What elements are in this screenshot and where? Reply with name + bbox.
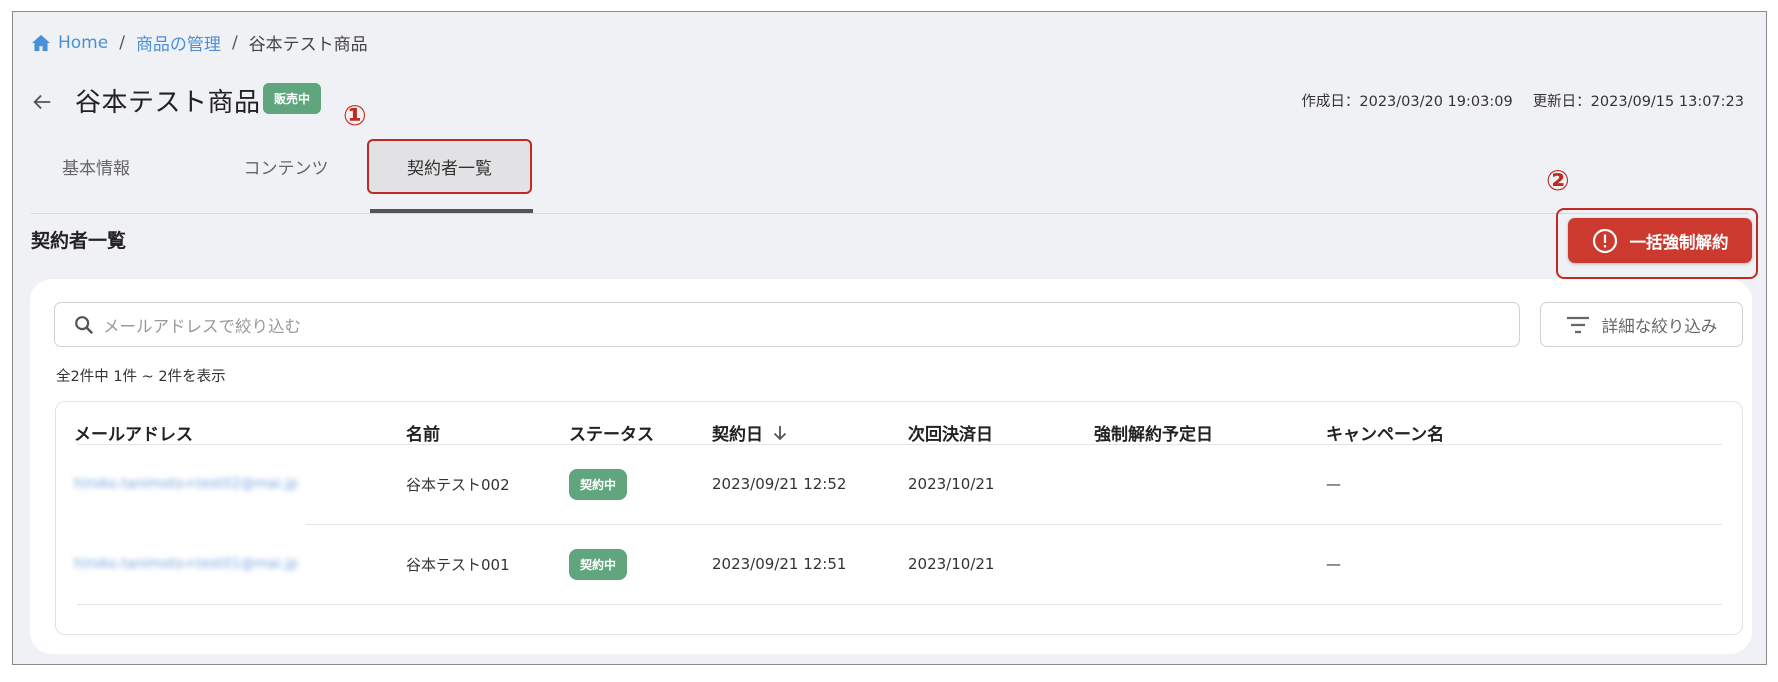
timestamps: 作成日：2023/03/20 19:03:09 更新日：2023/09/15 13… <box>1301 90 1744 111</box>
row-email[interactable]: hiroko.tanimoto+test01@mai.jp <box>74 556 298 572</box>
row-email[interactable]: hiroko.tanimoto+test02@mai.jp <box>74 476 298 492</box>
column-header-campaign[interactable]: キャンペーン名 <box>1326 420 1444 445</box>
status-pill: 契約中 <box>569 548 627 580</box>
column-header-contract-date-label: 契約日 <box>712 425 763 445</box>
search-icon <box>75 315 94 334</box>
annotation-marker-1: ① <box>343 99 367 132</box>
bulk-cancel-button[interactable]: 一括強制解約 <box>1568 218 1752 263</box>
arrow-down-icon[interactable] <box>771 424 789 442</box>
breadcrumb: Home / 商品の管理 / 谷本テスト商品 <box>31 30 368 55</box>
section-title: 契約者一覧 <box>31 230 127 252</box>
status-badge: 販売中 <box>263 83 321 114</box>
row-contract-date: 2023/09/21 12:51 <box>712 555 847 573</box>
column-header-email[interactable]: メールアドレス <box>74 420 193 445</box>
arrow-left-icon[interactable] <box>31 91 53 113</box>
alert-circle-icon <box>1592 228 1617 253</box>
column-header-name[interactable]: 名前 <box>406 420 440 445</box>
column-header-status[interactable]: ステータス <box>569 420 654 445</box>
breadcrumb-home[interactable]: Home <box>58 33 108 53</box>
filter-icon <box>1566 316 1589 333</box>
table-row[interactable]: hiroko.tanimoto+test01@mai.jp 谷本テスト001 契… <box>56 524 1742 604</box>
page-title: 谷本テスト商品 <box>75 88 261 118</box>
annotation-marker-2: ② <box>1546 164 1570 197</box>
home-icon[interactable] <box>31 34 51 52</box>
row-campaign: — <box>1326 475 1341 493</box>
app-frame: Home / 商品の管理 / 谷本テスト商品 谷本テスト商品 販売中 作成日：2… <box>12 11 1767 665</box>
filter-label: 詳細な絞り込み <box>1601 316 1718 336</box>
breadcrumb-current: 谷本テスト商品 <box>248 35 368 55</box>
column-header-next-payment[interactable]: 次回決済日 <box>908 420 993 445</box>
tab-subscribers[interactable]: 契約者一覧 <box>367 139 532 194</box>
subscriber-list-card: メールアドレスで絞り込む 詳細な絞り込み 全2件中 1件 ~ 2件を表示 メール… <box>30 279 1752 654</box>
row-campaign: — <box>1326 555 1341 573</box>
search-placeholder: メールアドレスで絞り込む <box>103 316 301 336</box>
tab-basic-info[interactable]: 基本情報 <box>31 139 161 194</box>
subscriber-table: メールアドレス 名前 ステータス 契約日 次回決済日 強制解約予定日 キャンペー… <box>55 401 1743 635</box>
bulk-cancel-label: 一括強制解約 <box>1629 232 1729 252</box>
tab-contents[interactable]: コンテンツ <box>211 139 361 194</box>
row-contract-date: 2023/09/21 12:52 <box>712 475 847 493</box>
table-row[interactable]: hiroko.tanimoto+test02@mai.jp 谷本テスト002 契… <box>56 444 1742 524</box>
row-name: 谷本テスト001 <box>406 555 510 574</box>
breadcrumb-product-management[interactable]: 商品の管理 <box>136 30 221 55</box>
column-header-contract-date[interactable]: 契約日 <box>712 420 789 445</box>
breadcrumb-separator: / <box>119 32 125 53</box>
tab-bar: 基本情報 コンテンツ 契約者一覧 <box>31 139 1748 214</box>
breadcrumb-separator: / <box>231 32 238 53</box>
active-tab-indicator <box>370 209 533 213</box>
search-input[interactable]: メールアドレスで絞り込む <box>54 302 1520 347</box>
row-name: 谷本テスト002 <box>406 475 510 494</box>
column-header-cancel-date[interactable]: 強制解約予定日 <box>1094 420 1213 445</box>
row-divider <box>77 604 1722 605</box>
result-count: 全2件中 1件 ~ 2件を表示 <box>56 369 226 385</box>
row-next-payment: 2023/10/21 <box>908 475 995 493</box>
advanced-filter-button[interactable]: 詳細な絞り込み <box>1540 302 1743 347</box>
created-date: 作成日：2023/03/20 19:03:09 <box>1301 94 1513 110</box>
status-pill: 契約中 <box>569 468 627 500</box>
updated-date: 更新日：2023/09/15 13:07:23 <box>1532 94 1744 110</box>
row-next-payment: 2023/10/21 <box>908 555 995 573</box>
